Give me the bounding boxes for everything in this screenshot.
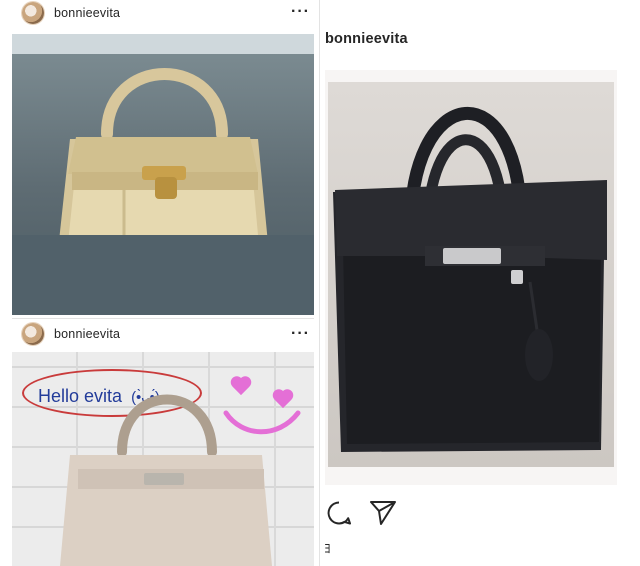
footer-mark: ﾖ: [324, 542, 331, 557]
avatar[interactable]: [22, 323, 44, 345]
post-username[interactable]: bonnieevita: [54, 327, 120, 341]
post-photo-kelly-tan[interactable]: [12, 34, 314, 315]
post-username[interactable]: bonnieevita: [54, 6, 120, 20]
birkin-bag-black: [333, 107, 607, 452]
kelly-bag-beige: [60, 394, 272, 566]
share-icon[interactable]: [369, 500, 397, 526]
post-photo-birkin-black[interactable]: [325, 70, 617, 485]
post-photo-kelly-beige[interactable]: Hello evita (•̀ᴗ•́): [12, 352, 314, 566]
post-username[interactable]: bonnieevita: [325, 31, 408, 47]
post-divider: [12, 318, 314, 319]
column-divider: [319, 0, 320, 566]
more-icon[interactable]: ···: [291, 4, 309, 20]
avatar[interactable]: [22, 2, 44, 24]
comment-icon[interactable]: [326, 500, 352, 526]
background-wall: [12, 34, 314, 54]
background-seat: [12, 235, 314, 315]
more-icon[interactable]: ···: [291, 326, 309, 342]
